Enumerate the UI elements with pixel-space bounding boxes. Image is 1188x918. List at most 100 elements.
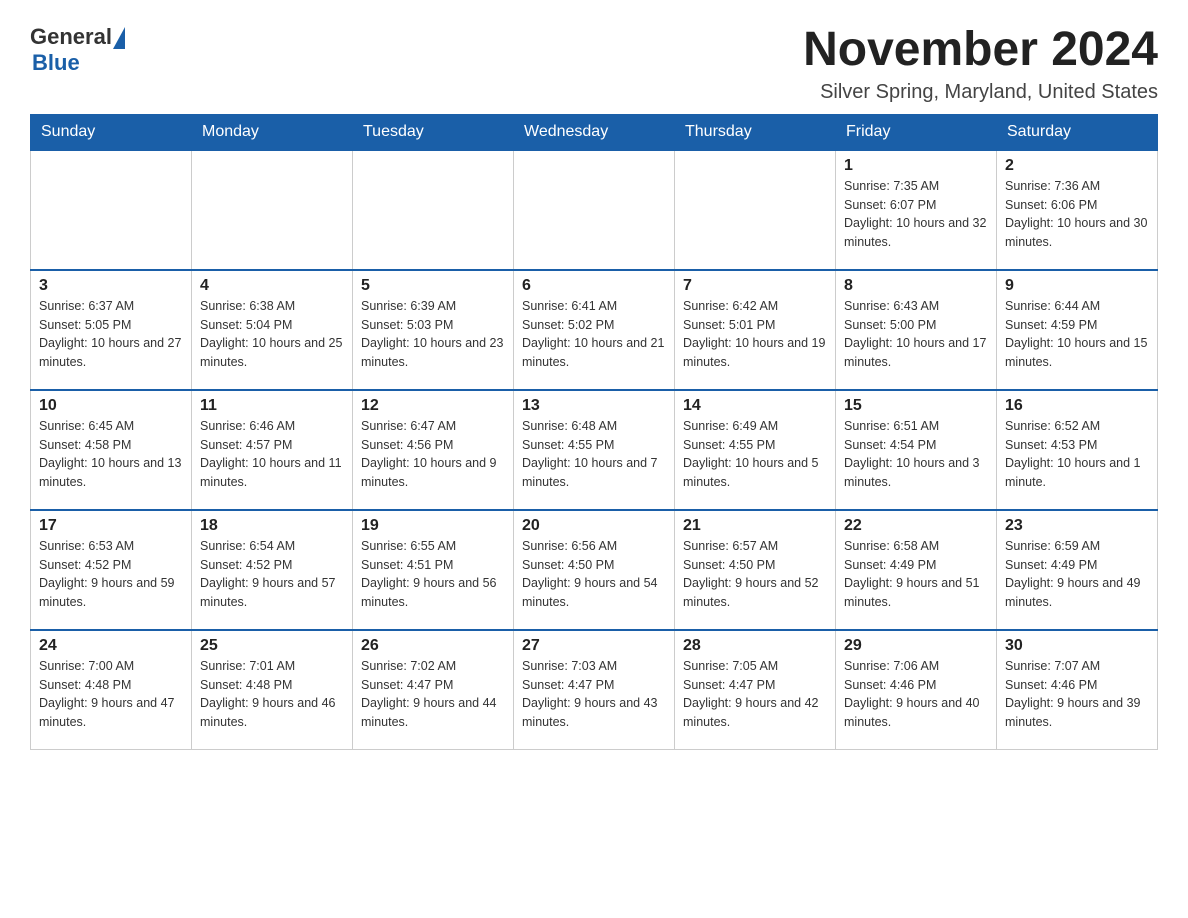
- day-info: Sunrise: 6:41 AMSunset: 5:02 PMDaylight:…: [522, 297, 666, 372]
- table-row: [514, 150, 675, 270]
- table-row: 12Sunrise: 6:47 AMSunset: 4:56 PMDayligh…: [353, 390, 514, 510]
- calendar-title: November 2024: [803, 24, 1158, 77]
- day-info: Sunrise: 6:53 AMSunset: 4:52 PMDaylight:…: [39, 537, 183, 612]
- logo-blue-text: Blue: [32, 50, 80, 76]
- day-info: Sunrise: 7:06 AMSunset: 4:46 PMDaylight:…: [844, 657, 988, 732]
- day-info: Sunrise: 7:36 AMSunset: 6:06 PMDaylight:…: [1005, 177, 1149, 252]
- day-number: 26: [361, 637, 505, 655]
- col-wednesday: Wednesday: [514, 114, 675, 150]
- page-header: General Blue November 2024 Silver Spring…: [30, 24, 1158, 104]
- day-number: 11: [200, 397, 344, 415]
- day-info: Sunrise: 6:59 AMSunset: 4:49 PMDaylight:…: [1005, 537, 1149, 612]
- day-number: 15: [844, 397, 988, 415]
- day-number: 10: [39, 397, 183, 415]
- table-row: [31, 150, 192, 270]
- day-info: Sunrise: 7:02 AMSunset: 4:47 PMDaylight:…: [361, 657, 505, 732]
- table-row: 3Sunrise: 6:37 AMSunset: 5:05 PMDaylight…: [31, 270, 192, 390]
- table-row: 1 Sunrise: 7:35 AMSunset: 6:07 PMDaylight…: [836, 150, 997, 270]
- calendar-week-row: 17 Sunrise: 6:53 AMSunset: 4:52 PMDayligh…: [31, 510, 1158, 630]
- table-row: 5 Sunrise: 6:39 AMSunset: 5:03 PMDaylight…: [353, 270, 514, 390]
- table-row: 23Sunrise: 6:59 AMSunset: 4:49 PMDayligh…: [997, 510, 1158, 630]
- calendar-week-row: 3Sunrise: 6:37 AMSunset: 5:05 PMDaylight…: [31, 270, 1158, 390]
- day-number: 5: [361, 277, 505, 295]
- table-row: 19Sunrise: 6:55 AMSunset: 4:51 PMDayligh…: [353, 510, 514, 630]
- day-number: 27: [522, 637, 666, 655]
- table-row: 30Sunrise: 7:07 AMSunset: 4:46 PMDayligh…: [997, 630, 1158, 750]
- day-number: 21: [683, 517, 827, 535]
- col-saturday: Saturday: [997, 114, 1158, 150]
- logo: General Blue: [30, 24, 125, 76]
- day-info: Sunrise: 6:44 AMSunset: 4:59 PMDaylight:…: [1005, 297, 1149, 372]
- table-row: 10 Sunrise: 6:45 AMSunset: 4:58 PMDayligh…: [31, 390, 192, 510]
- day-number: 6: [522, 277, 666, 295]
- day-number: 20: [522, 517, 666, 535]
- day-info: Sunrise: 6:51 AMSunset: 4:54 PMDaylight:…: [844, 417, 988, 492]
- day-info: Sunrise: 6:45 AMSunset: 4:58 PMDaylight:…: [39, 417, 183, 492]
- day-info: Sunrise: 7:35 AMSunset: 6:07 PMDaylight:…: [844, 177, 988, 252]
- table-row: 28Sunrise: 7:05 AMSunset: 4:47 PMDayligh…: [675, 630, 836, 750]
- day-number: 18: [200, 517, 344, 535]
- day-number: 24: [39, 637, 183, 655]
- day-number: 28: [683, 637, 827, 655]
- calendar-week-row: 1 Sunrise: 7:35 AMSunset: 6:07 PMDaylight…: [31, 150, 1158, 270]
- day-info: Sunrise: 6:58 AMSunset: 4:49 PMDaylight:…: [844, 537, 988, 612]
- logo-triangle-icon: [113, 27, 125, 49]
- table-row: 9 Sunrise: 6:44 AMSunset: 4:59 PMDaylight…: [997, 270, 1158, 390]
- day-number: 29: [844, 637, 988, 655]
- day-number: 12: [361, 397, 505, 415]
- table-row: 2 Sunrise: 7:36 AMSunset: 6:06 PMDaylight…: [997, 150, 1158, 270]
- day-info: Sunrise: 6:38 AMSunset: 5:04 PMDaylight:…: [200, 297, 344, 372]
- col-tuesday: Tuesday: [353, 114, 514, 150]
- day-info: Sunrise: 7:00 AMSunset: 4:48 PMDaylight:…: [39, 657, 183, 732]
- table-row: 13Sunrise: 6:48 AMSunset: 4:55 PMDayligh…: [514, 390, 675, 510]
- table-row: 26 Sunrise: 7:02 AMSunset: 4:47 PMDayligh…: [353, 630, 514, 750]
- col-thursday: Thursday: [675, 114, 836, 150]
- table-row: 20 Sunrise: 6:56 AMSunset: 4:50 PMDayligh…: [514, 510, 675, 630]
- table-row: 15 Sunrise: 6:51 AMSunset: 4:54 PMDayligh…: [836, 390, 997, 510]
- day-info: Sunrise: 7:01 AMSunset: 4:48 PMDaylight:…: [200, 657, 344, 732]
- calendar-week-row: 10 Sunrise: 6:45 AMSunset: 4:58 PMDayligh…: [31, 390, 1158, 510]
- day-info: Sunrise: 6:42 AMSunset: 5:01 PMDaylight:…: [683, 297, 827, 372]
- day-number: 1: [844, 157, 988, 175]
- calendar-header-row: Sunday Monday Tuesday Wednesday Thursday…: [31, 114, 1158, 150]
- table-row: [353, 150, 514, 270]
- day-number: 17: [39, 517, 183, 535]
- logo-general-text: General: [30, 24, 112, 50]
- table-row: [192, 150, 353, 270]
- day-number: 2: [1005, 157, 1149, 175]
- day-info: Sunrise: 6:49 AMSunset: 4:55 PMDaylight:…: [683, 417, 827, 492]
- table-row: 4 Sunrise: 6:38 AMSunset: 5:04 PMDaylight…: [192, 270, 353, 390]
- table-row: [675, 150, 836, 270]
- day-info: Sunrise: 6:46 AMSunset: 4:57 PMDaylight:…: [200, 417, 344, 492]
- calendar-subtitle: Silver Spring, Maryland, United States: [803, 81, 1158, 104]
- day-number: 9: [1005, 277, 1149, 295]
- day-number: 3: [39, 277, 183, 295]
- day-info: Sunrise: 6:52 AMSunset: 4:53 PMDaylight:…: [1005, 417, 1149, 492]
- col-monday: Monday: [192, 114, 353, 150]
- col-friday: Friday: [836, 114, 997, 150]
- day-info: Sunrise: 6:43 AMSunset: 5:00 PMDaylight:…: [844, 297, 988, 372]
- table-row: 14 Sunrise: 6:49 AMSunset: 4:55 PMDayligh…: [675, 390, 836, 510]
- day-info: Sunrise: 6:57 AMSunset: 4:50 PMDaylight:…: [683, 537, 827, 612]
- table-row: 27 Sunrise: 7:03 AMSunset: 4:47 PMDayligh…: [514, 630, 675, 750]
- table-row: 6 Sunrise: 6:41 AMSunset: 5:02 PMDaylight…: [514, 270, 675, 390]
- table-row: 7Sunrise: 6:42 AMSunset: 5:01 PMDaylight…: [675, 270, 836, 390]
- table-row: 21 Sunrise: 6:57 AMSunset: 4:50 PMDayligh…: [675, 510, 836, 630]
- day-number: 22: [844, 517, 988, 535]
- day-info: Sunrise: 6:39 AMSunset: 5:03 PMDaylight:…: [361, 297, 505, 372]
- day-number: 13: [522, 397, 666, 415]
- day-number: 14: [683, 397, 827, 415]
- calendar-week-row: 24 Sunrise: 7:00 AMSunset: 4:48 PMDayligh…: [31, 630, 1158, 750]
- day-number: 4: [200, 277, 344, 295]
- title-section: November 2024 Silver Spring, Maryland, U…: [803, 24, 1158, 104]
- day-info: Sunrise: 6:55 AMSunset: 4:51 PMDaylight:…: [361, 537, 505, 612]
- day-number: 16: [1005, 397, 1149, 415]
- table-row: 16 Sunrise: 6:52 AMSunset: 4:53 PMDayligh…: [997, 390, 1158, 510]
- day-info: Sunrise: 7:03 AMSunset: 4:47 PMDaylight:…: [522, 657, 666, 732]
- table-row: 24 Sunrise: 7:00 AMSunset: 4:48 PMDayligh…: [31, 630, 192, 750]
- day-number: 25: [200, 637, 344, 655]
- table-row: 17 Sunrise: 6:53 AMSunset: 4:52 PMDayligh…: [31, 510, 192, 630]
- table-row: 22 Sunrise: 6:58 AMSunset: 4:49 PMDayligh…: [836, 510, 997, 630]
- day-number: 30: [1005, 637, 1149, 655]
- day-info: Sunrise: 6:56 AMSunset: 4:50 PMDaylight:…: [522, 537, 666, 612]
